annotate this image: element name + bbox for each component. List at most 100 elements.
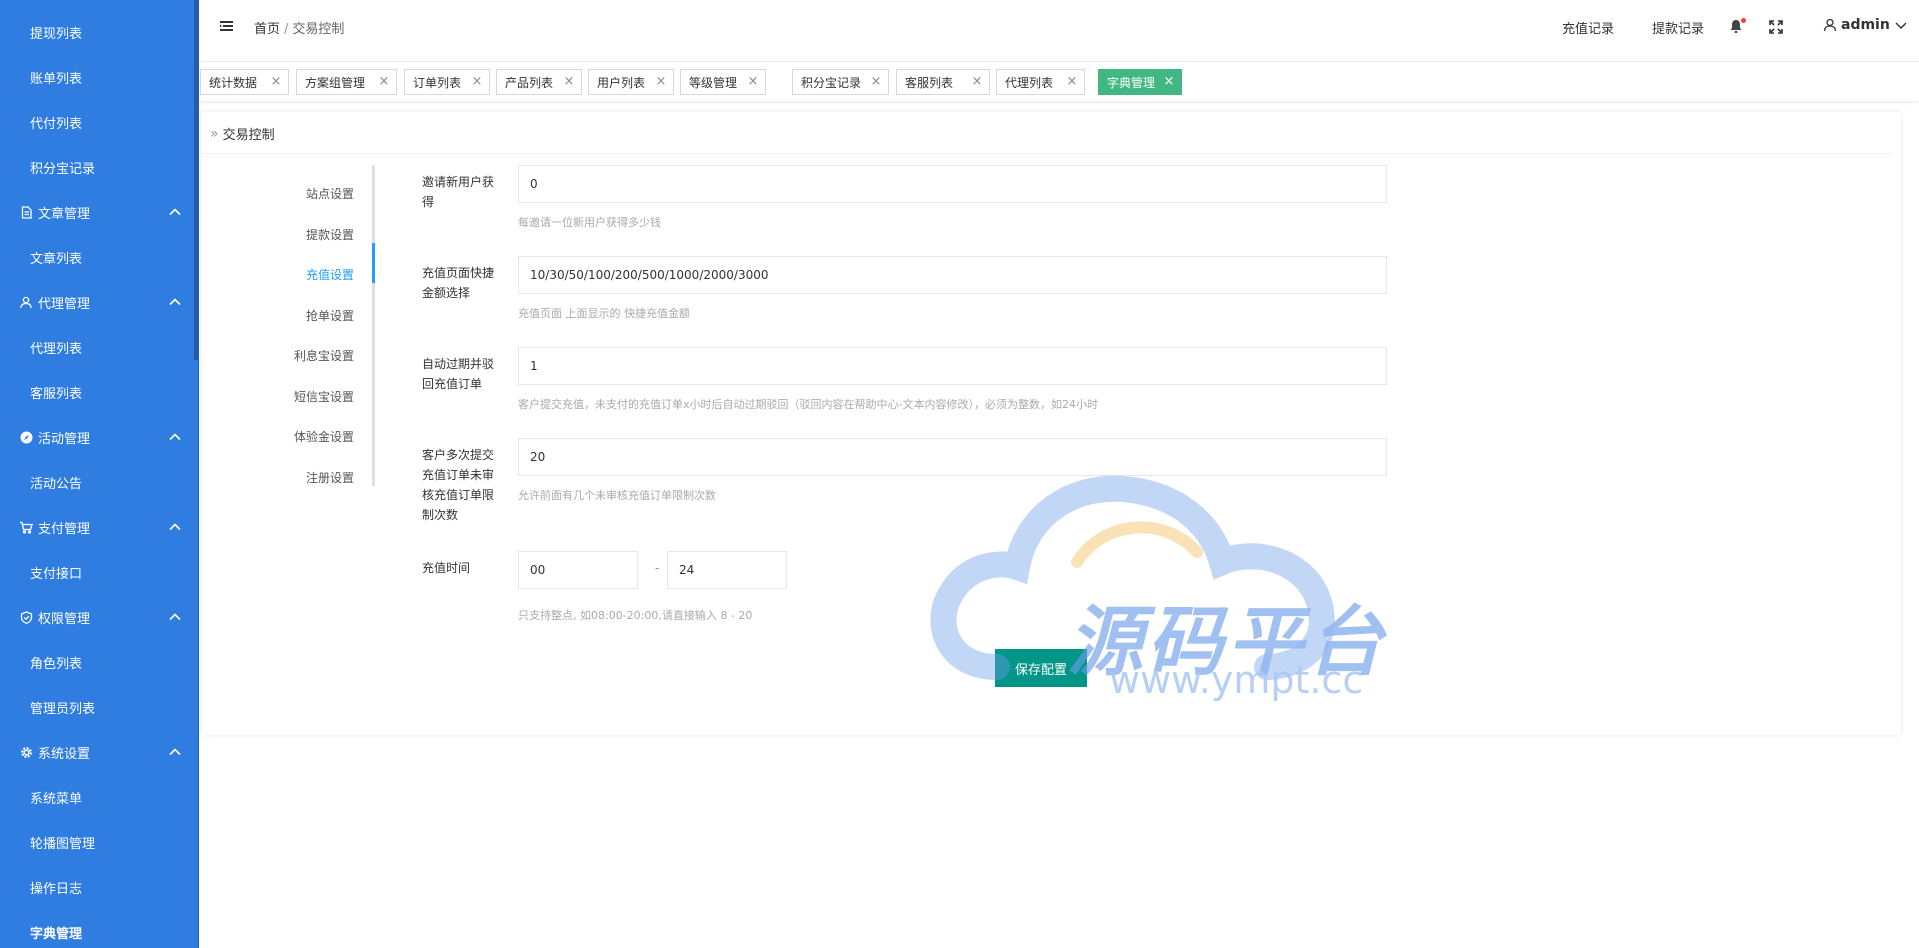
sidebar: 提现列表账单列表代付列表积分宝记录文章管理文章列表代理管理代理列表客服列表活动管… xyxy=(0,0,199,948)
tab-3[interactable]: 产品列表 × xyxy=(496,69,582,95)
sidebar-item-label: 支付管理 xyxy=(38,522,91,537)
sidebar-item-15[interactable]: 管理员列表 xyxy=(0,685,196,730)
settings-nav-item-0[interactable]: 站点设置 xyxy=(306,185,354,202)
invite-reward-input[interactable] xyxy=(518,165,1387,203)
chevron-up-icon xyxy=(168,610,182,624)
chevron-up-icon xyxy=(168,745,182,759)
sidebar-item-label: 系统设置 xyxy=(38,747,91,762)
sidebar-item-label: 积分宝记录 xyxy=(30,162,96,177)
sidebar-item-18[interactable]: 轮播图管理 xyxy=(0,820,196,865)
close-icon[interactable]: × xyxy=(971,75,983,88)
sidebar-group-6[interactable]: 代理管理 xyxy=(0,280,196,325)
sidebar-group-4[interactable]: 文章管理 xyxy=(0,190,196,235)
sidebar-item-label: 代理管理 xyxy=(38,297,91,312)
sidebar-item-12[interactable]: 支付接口 xyxy=(0,550,196,595)
recharge-time-label: 充值时间 xyxy=(422,561,471,575)
sidebar-item-1[interactable]: 账单列表 xyxy=(0,55,196,100)
sidebar-item-label: 权限管理 xyxy=(38,612,91,627)
sidebar-item-19[interactable]: 操作日志 xyxy=(0,865,196,910)
sidebar-item-14[interactable]: 角色列表 xyxy=(0,640,196,685)
divider xyxy=(202,153,1893,154)
sidebar-item-5[interactable]: 文章列表 xyxy=(0,235,196,280)
sidebar-item-label: 账单列表 xyxy=(30,72,83,87)
settings-nav-item-1[interactable]: 提款设置 xyxy=(306,226,354,243)
tab-9[interactable]: 字典管理 × xyxy=(1098,69,1182,95)
sidebar-group-16[interactable]: 系统设置 xyxy=(0,730,196,775)
sidebar-item-label: 文章管理 xyxy=(38,207,91,222)
save-config-button[interactable]: 保存配置 xyxy=(995,649,1087,687)
sidebar-group-11[interactable]: 支付管理 xyxy=(0,505,196,550)
close-icon[interactable]: × xyxy=(870,75,882,88)
recharge-time-start-input[interactable] xyxy=(518,551,638,589)
sidebar-item-7[interactable]: 代理列表 xyxy=(0,325,196,370)
tab-0[interactable]: 统计数据 × xyxy=(200,69,289,95)
cart-icon xyxy=(19,521,33,535)
settings-nav: 站点设置提款设置充值设置抢单设置利息宝设置短信宝设置体验金设置注册设置 xyxy=(262,165,375,486)
sidebar-item-10[interactable]: 活动公告 xyxy=(0,460,196,505)
close-icon[interactable]: × xyxy=(270,75,282,88)
menu-toggle-icon[interactable] xyxy=(219,18,235,34)
quick-amount-label: 充值页面快捷金额选择 xyxy=(422,266,495,300)
withdraw-records-link[interactable]: 提款记录 xyxy=(1652,18,1704,37)
sidebar-item-label: 提现列表 xyxy=(30,27,83,42)
close-icon[interactable]: × xyxy=(378,75,390,88)
sidebar-item-label: 角色列表 xyxy=(30,657,83,672)
multi-submit-limit-input[interactable] xyxy=(518,438,1387,476)
close-icon[interactable]: × xyxy=(655,75,667,88)
close-icon[interactable]: × xyxy=(747,75,759,88)
breadcrumb-separator: / xyxy=(284,22,289,37)
sidebar-item-8[interactable]: 客服列表 xyxy=(0,370,196,415)
tab-label: 订单列表 xyxy=(413,75,462,90)
close-icon[interactable]: × xyxy=(471,75,483,88)
settings-nav-item-5[interactable]: 短信宝设置 xyxy=(294,388,354,405)
settings-nav-item-6[interactable]: 体验金设置 xyxy=(294,428,354,445)
sidebar-group-13[interactable]: 权限管理 xyxy=(0,595,196,640)
recharge-time-end-input[interactable] xyxy=(667,551,787,589)
invite-label: 邀请新用户获得 xyxy=(422,175,495,209)
shield-icon xyxy=(19,611,33,625)
sidebar-item-label: 字典管理 xyxy=(30,927,83,942)
tab-5[interactable]: 等级管理 × xyxy=(680,69,766,95)
close-icon[interactable]: × xyxy=(1066,75,1078,88)
auto-expire-help-text: 客户提交充值，未支付的充值订单x小时后自动过期驳回（驳回内容在帮助中心-文本内容… xyxy=(518,398,1098,411)
settings-nav-item-3[interactable]: 抢单设置 xyxy=(306,307,354,324)
quick-amount-help-text: 充值页面 上面显示的 快捷充值金额 xyxy=(518,307,690,320)
chevron-up-icon xyxy=(168,430,182,444)
auto-expire-label: 自动过期并驳回充值订单 xyxy=(422,357,495,391)
close-icon[interactable]: × xyxy=(563,75,575,88)
sidebar-item-2[interactable]: 代付列表 xyxy=(0,100,196,145)
settings-nav-item-2[interactable]: 充值设置 xyxy=(306,266,354,283)
breadcrumb: 首页 / 交易控制 xyxy=(254,18,344,37)
sidebar-item-17[interactable]: 系统菜单 xyxy=(0,775,196,820)
sidebar-item-0[interactable]: 提现列表 xyxy=(0,10,196,55)
tab-7[interactable]: 客服列表 × xyxy=(896,69,990,95)
tab-label: 字典管理 xyxy=(1107,75,1156,90)
sidebar-item-label: 代理列表 xyxy=(30,342,83,357)
fullscreen-icon[interactable] xyxy=(1769,20,1783,34)
user-icon xyxy=(1823,18,1837,32)
quick-amount-input[interactable] xyxy=(518,256,1387,294)
tab-label: 统计数据 xyxy=(209,75,258,90)
compass-icon xyxy=(19,431,33,445)
sidebar-item-label: 活动公告 xyxy=(30,477,83,492)
sidebar-group-9[interactable]: 活动管理 xyxy=(0,415,196,460)
tab-4[interactable]: 用户列表 × xyxy=(588,69,674,95)
tab-1[interactable]: 方案组管理 × xyxy=(296,69,397,95)
user-menu[interactable]: admin xyxy=(1823,17,1908,33)
close-icon[interactable]: × xyxy=(1163,75,1175,88)
chevron-down-icon xyxy=(1894,18,1908,32)
sidebar-item-3[interactable]: 积分宝记录 xyxy=(0,145,196,190)
invite-help-text: 每邀请一位新用户获得多少钱 xyxy=(518,216,661,229)
settings-nav-item-4[interactable]: 利息宝设置 xyxy=(294,347,354,364)
auto-expire-input[interactable] xyxy=(518,347,1387,385)
tab-6[interactable]: 积分宝记录 × xyxy=(792,69,889,95)
sidebar-item-label: 客服列表 xyxy=(30,387,83,402)
breadcrumb-home[interactable]: 首页 xyxy=(254,22,280,37)
notification-bell-icon[interactable] xyxy=(1729,18,1746,35)
tab-2[interactable]: 订单列表 × xyxy=(404,69,490,95)
recharge-records-link[interactable]: 充值记录 xyxy=(1562,18,1614,37)
tab-8[interactable]: 代理列表 × xyxy=(996,69,1085,95)
sidebar-item-20[interactable]: 字典管理 xyxy=(0,910,196,948)
time-range-separator: - xyxy=(655,561,660,575)
settings-nav-item-7[interactable]: 注册设置 xyxy=(306,469,354,486)
